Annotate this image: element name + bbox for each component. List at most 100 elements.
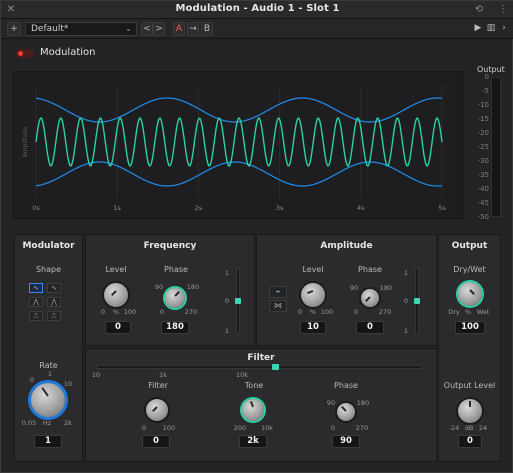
amplitude-mode-b-button[interactable]: ⋈ xyxy=(269,300,287,312)
tone-value[interactable]: 2k xyxy=(239,435,267,448)
shape-option[interactable]: ∿ xyxy=(47,283,61,293)
keyboard-icon[interactable]: ▥ xyxy=(485,22,497,36)
filter-knob[interactable] xyxy=(146,399,168,421)
scope-x-tick: 2s xyxy=(195,204,203,212)
output-level-pointer xyxy=(469,401,471,407)
frequency-phase-right: 180 xyxy=(186,283,200,291)
amplitude-slider-thumb[interactable] xyxy=(414,298,420,304)
scope-x-tick: 0s xyxy=(32,204,40,212)
output-meter-tick: -15 xyxy=(477,115,489,123)
shape-option[interactable]: ⋀ xyxy=(29,297,43,307)
amplitude-level-knob[interactable] xyxy=(301,283,325,307)
amplitude-phase-right: 180 xyxy=(379,284,393,292)
frequency-slider-top: 1 xyxy=(224,269,230,277)
next-preset-button[interactable]: > xyxy=(153,22,165,36)
frequency-level-knob[interactable] xyxy=(104,283,128,307)
amplitude-phase-value[interactable]: 0 xyxy=(356,321,384,334)
amplitude-level-pointer xyxy=(307,290,314,294)
compare-b-button[interactable]: B xyxy=(201,22,213,36)
waveform-svg: Amplitude 0s 1s 2s 3s 4s 5s xyxy=(22,86,446,212)
add-preset-button[interactable]: + xyxy=(7,22,21,36)
window-title: Modulation - Audio 1 - Slot 1 xyxy=(175,3,340,14)
amplitude-slider-top: 1 xyxy=(403,269,409,277)
amplitude-phase-knob[interactable] xyxy=(361,289,379,307)
filter-range-thumb[interactable] xyxy=(272,364,279,370)
frequency-slider-bottom: 1 xyxy=(224,327,230,335)
frequency-phase-value[interactable]: 180 xyxy=(161,321,189,334)
output-level-max: 24 xyxy=(478,424,488,432)
waveform-scope: Amplitude 0s 1s 2s 3s 4s 5s xyxy=(13,71,463,219)
filter-value[interactable]: 0 xyxy=(142,435,170,448)
amplitude-title: Amplitude xyxy=(320,241,373,251)
amplitude-phase-min: 0 xyxy=(353,308,359,316)
filter-phase-max: 270 xyxy=(355,424,369,432)
shape-option[interactable]: ⎍ xyxy=(47,311,61,321)
filter-phase-knob[interactable] xyxy=(337,403,355,421)
shape-option[interactable]: ⎍ xyxy=(29,311,43,321)
filter-range-tick-0: 10 xyxy=(91,371,101,379)
filter-phase-right: 180 xyxy=(356,399,370,407)
output-meter-tick: -40 xyxy=(477,185,489,193)
frequency-phase-left: 90 xyxy=(154,283,164,291)
frequency-phase-knob[interactable] xyxy=(165,288,185,308)
frequency-slider-thumb[interactable] xyxy=(235,298,241,304)
drywet-knob[interactable] xyxy=(458,282,482,306)
shape-label: Shape xyxy=(35,265,62,274)
amplitude-level-label: Level xyxy=(302,265,324,274)
output-meter-tick: -25 xyxy=(477,143,489,151)
rate-label: Rate xyxy=(39,361,58,370)
tone-knob[interactable] xyxy=(242,399,264,421)
output-level-value[interactable]: 0 xyxy=(458,435,482,448)
output-meter-tick: -50 xyxy=(477,213,489,221)
output-level-min: -24 xyxy=(448,424,460,432)
envelope-lower xyxy=(35,161,443,187)
filter-title: Filter xyxy=(247,353,275,363)
modulation-toggle[interactable] xyxy=(16,49,34,58)
filter-phase-min: 0 xyxy=(330,424,336,432)
tone-max: 10k xyxy=(260,424,274,432)
filter-phase-label: Phase xyxy=(334,381,358,390)
play-icon[interactable]: ▶ xyxy=(473,22,483,36)
amplitude-level-max: 100 xyxy=(320,308,334,316)
frequency-slider-mid: 0 xyxy=(224,297,230,305)
shape-option[interactable]: ⋀ xyxy=(47,297,61,307)
rate-knob-pointer xyxy=(41,387,49,397)
drywet-dry: Dry xyxy=(448,308,460,316)
frequency-level-value[interactable]: 0 xyxy=(105,321,131,334)
prev-preset-button[interactable]: < xyxy=(141,22,153,36)
menu-icon[interactable]: ⋮ xyxy=(497,4,509,16)
copy-arrow-button[interactable]: → xyxy=(187,22,199,36)
filter-range-tick-2: 10k xyxy=(235,371,249,379)
drywet-pointer xyxy=(469,289,475,295)
scope-x-tick: 4s xyxy=(357,204,365,212)
reset-icon[interactable]: ⟲ xyxy=(473,4,485,16)
frequency-level-label: Level xyxy=(105,265,127,274)
frequency-level-min: 0 xyxy=(100,308,106,316)
rate-mark-left: 0 xyxy=(29,376,35,384)
frequency-phase-max: 270 xyxy=(184,308,198,316)
amplitude-mode-a-button[interactable]: ⌁ xyxy=(269,286,287,298)
filter-knob-pointer xyxy=(152,406,158,412)
amplitude-phase-left: 90 xyxy=(349,284,359,292)
frequency-level-max: 100 xyxy=(123,308,137,316)
shape-option[interactable]: ∿ xyxy=(29,283,43,293)
scope-y-axis-label: Amplitude xyxy=(22,126,29,157)
rate-value[interactable]: 1 xyxy=(34,435,62,448)
amplitude-level-value[interactable]: 10 xyxy=(300,321,326,334)
output-meter-tick: -35 xyxy=(477,171,489,179)
chevron-down-icon: ⌄ xyxy=(125,24,132,33)
filter-range-slider[interactable] xyxy=(96,365,422,369)
drywet-value[interactable]: 100 xyxy=(455,321,485,334)
chevron-right-icon[interactable]: › xyxy=(499,22,509,36)
rate-knob[interactable] xyxy=(31,383,65,417)
compare-a-button[interactable]: A xyxy=(173,22,185,36)
output-level-label: Output Level xyxy=(443,381,496,390)
filter-min: 0 xyxy=(141,424,147,432)
toolbar: + Default* ⌄ < > A → B ▶ ▥ › xyxy=(1,19,513,39)
tone-min: 200 xyxy=(233,424,247,432)
preset-dropdown[interactable]: Default* ⌄ xyxy=(25,22,137,36)
toggle-dot xyxy=(18,51,23,56)
amplitude-slider-bottom: 1 xyxy=(403,327,409,335)
output-level-knob[interactable] xyxy=(458,399,482,423)
filter-phase-value[interactable]: 90 xyxy=(332,435,360,448)
